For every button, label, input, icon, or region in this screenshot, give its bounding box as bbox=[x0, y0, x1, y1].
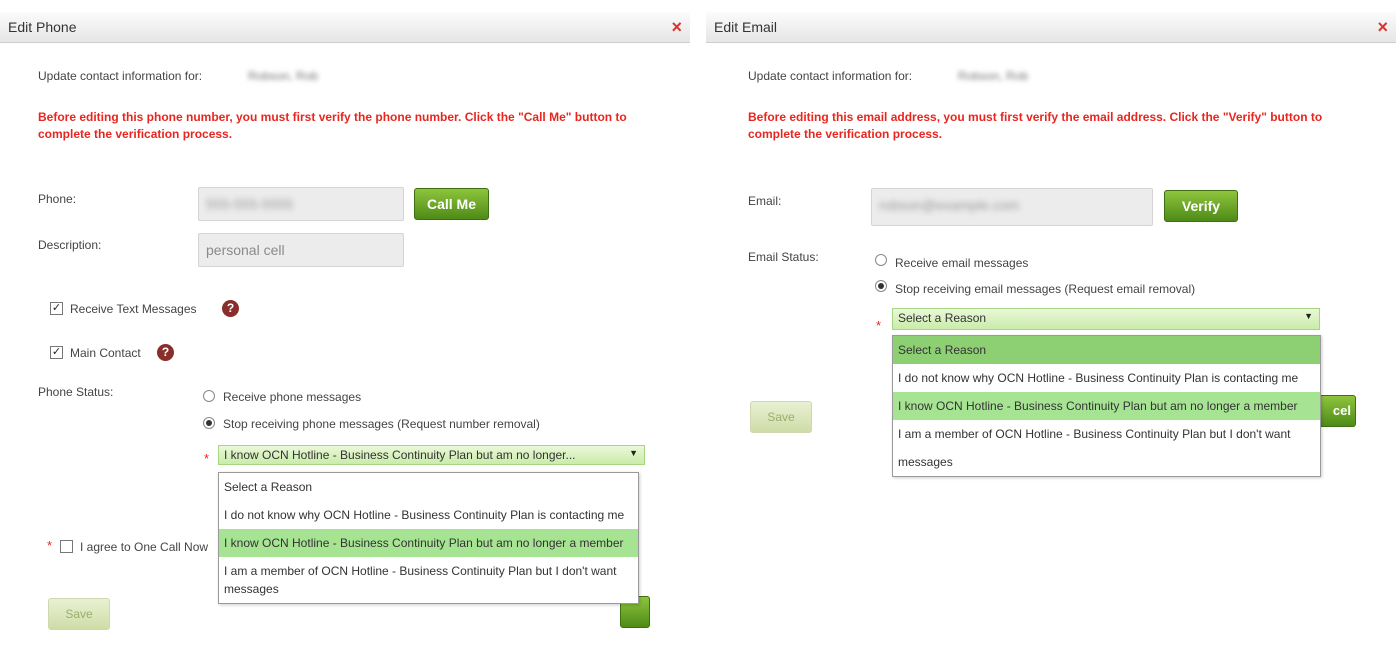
reason-option-text: I know OCN Hotline - Business Continuity… bbox=[224, 536, 624, 550]
reason-select-value: I know OCN Hotline - Business Continuity… bbox=[224, 448, 576, 462]
required-mark: * bbox=[47, 538, 53, 553]
receive-text-label: Receive Text Messages bbox=[70, 302, 197, 316]
edit-email-dialog: Edit Email × Update contact information … bbox=[706, 0, 1396, 671]
required-mark: * bbox=[876, 318, 882, 333]
contact-name: Robson, Rob bbox=[958, 69, 1029, 83]
verification-warning: Before editing this phone number, you mu… bbox=[38, 110, 627, 141]
agree-label: I agree to One Call Now bbox=[80, 540, 209, 554]
main-contact-checkbox[interactable]: ✓ bbox=[50, 346, 63, 359]
dialog-titlebar: Edit Phone × bbox=[0, 12, 690, 43]
email-status-label: Email Status: bbox=[748, 250, 819, 264]
verify-button[interactable]: Verify bbox=[1164, 190, 1238, 222]
reason-option-text: I do not know why OCN Hotline - Business… bbox=[224, 508, 625, 522]
update-contact-label: Update contact information for: bbox=[748, 69, 913, 83]
verification-warning: Before editing this email address, you m… bbox=[748, 110, 1323, 141]
stop-phone-radio-label: Stop receiving phone messages (Request n… bbox=[223, 417, 540, 431]
reason-option[interactable]: I am a member of OCN Hotline - Business … bbox=[219, 557, 638, 603]
chevron-down-icon: ▼ bbox=[629, 448, 638, 458]
close-icon[interactable]: × bbox=[1377, 17, 1388, 38]
contact-name: Robson, Rob bbox=[248, 69, 319, 83]
reason-option[interactable]: Select a Reason bbox=[893, 336, 1320, 364]
dialog-titlebar: Edit Email × bbox=[706, 12, 1396, 43]
phone-status-label: Phone Status: bbox=[38, 385, 114, 399]
stop-email-radio-label: Stop receiving email messages (Request e… bbox=[895, 282, 1196, 296]
reason-option-text: I am a member of OCN Hotline - Business … bbox=[898, 427, 1291, 469]
required-mark: * bbox=[204, 451, 210, 466]
reason-option[interactable]: I am a member of OCN Hotline - Business … bbox=[893, 420, 1320, 476]
receive-phone-radio[interactable] bbox=[203, 390, 215, 402]
reason-option-text: I know OCN Hotline - Business Continuity… bbox=[898, 399, 1298, 413]
phone-label: Phone: bbox=[38, 192, 77, 206]
phone-field[interactable]: 555-555-5555 bbox=[198, 187, 404, 221]
reason-select-value: Select a Reason bbox=[898, 311, 987, 325]
reason-select[interactable]: I know OCN Hotline - Business Continuity… bbox=[218, 445, 645, 465]
stop-email-radio[interactable] bbox=[875, 280, 887, 292]
agree-checkbox[interactable] bbox=[60, 540, 73, 553]
reason-option-highlighted[interactable]: I know OCN Hotline - Business Continuity… bbox=[893, 392, 1320, 420]
help-icon[interactable]: ? bbox=[157, 344, 174, 361]
description-label: Description: bbox=[38, 238, 102, 252]
help-icon[interactable]: ? bbox=[222, 300, 239, 317]
reason-dropdown-list: Select a Reason I do not know why OCN Ho… bbox=[892, 335, 1321, 477]
email-field[interactable]: robson@example.com bbox=[871, 188, 1153, 226]
edit-phone-dialog: Edit Phone × Update contact information … bbox=[0, 0, 690, 671]
description-field[interactable]: personal cell bbox=[198, 233, 404, 267]
description-value: personal cell bbox=[206, 242, 285, 258]
dialog-title: Edit Phone bbox=[8, 19, 77, 35]
update-contact-label: Update contact information for: bbox=[38, 69, 203, 83]
reason-dropdown-list: Select a Reason I do not know why OCN Ho… bbox=[218, 472, 639, 604]
save-button[interactable]: Save bbox=[750, 401, 812, 433]
stop-phone-radio[interactable] bbox=[203, 417, 215, 429]
reason-option[interactable]: Select a Reason bbox=[219, 473, 638, 501]
save-button[interactable]: Save bbox=[48, 598, 110, 630]
receive-email-radio[interactable] bbox=[875, 254, 887, 266]
email-value: robson@example.com bbox=[879, 197, 1020, 213]
receive-email-radio-label: Receive email messages bbox=[895, 256, 1029, 270]
reason-option-text: I do not know why OCN Hotline - Business… bbox=[898, 371, 1299, 385]
dialog-title: Edit Email bbox=[714, 19, 778, 35]
email-label: Email: bbox=[748, 194, 782, 208]
close-icon[interactable]: × bbox=[671, 17, 682, 38]
call-me-button[interactable]: Call Me bbox=[414, 188, 489, 220]
reason-option[interactable]: I do not know why OCN Hotline - Business… bbox=[893, 364, 1320, 392]
phone-value: 555-555-5555 bbox=[206, 196, 294, 212]
reason-option-highlighted[interactable]: I know OCN Hotline - Business Continuity… bbox=[219, 529, 638, 557]
main-contact-label: Main Contact bbox=[70, 346, 141, 360]
receive-phone-radio-label: Receive phone messages bbox=[223, 390, 362, 404]
reason-select[interactable]: Select a Reason ▼ bbox=[892, 308, 1320, 330]
reason-option-text: I am a member of OCN Hotline - Business … bbox=[224, 564, 617, 596]
chevron-down-icon: ▼ bbox=[1304, 311, 1313, 321]
receive-text-checkbox[interactable]: ✓ bbox=[50, 302, 63, 315]
reason-option[interactable]: I do not know why OCN Hotline - Business… bbox=[219, 501, 638, 529]
